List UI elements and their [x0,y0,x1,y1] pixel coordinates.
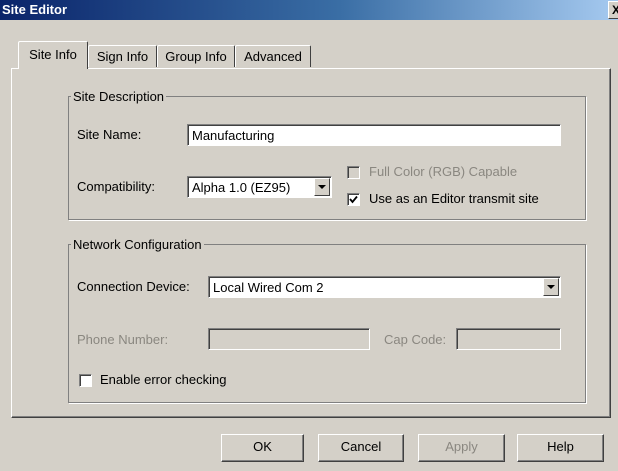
cancel-button[interactable]: Cancel [318,434,404,462]
close-icon[interactable]: X [608,1,618,19]
apply-button: Apply [418,434,505,462]
tab-site-info[interactable]: Site Info [18,41,88,69]
dropdown-arrow-icon[interactable] [543,278,559,296]
cap-code-label: Cap Code: [384,332,447,347]
connection-device-select[interactable]: Local Wired Com 2 [208,276,561,298]
tab-advanced[interactable]: Advanced [235,45,311,67]
tab-sign-info[interactable]: Sign Info [88,45,157,67]
help-button[interactable]: Help [517,434,604,462]
tab-panel-site-info: Site Description Site Name: Manufacturin… [11,68,611,418]
tab-group-info[interactable]: Group Info [157,45,235,67]
network-configuration-legend: Network Configuration [73,237,202,252]
title-bar: Site Editor X [0,0,618,20]
phone-number-input [208,328,370,350]
compatibility-value: Alpha 1.0 (EZ95) [192,180,291,195]
site-description-legend: Site Description [73,89,165,104]
phone-number-label: Phone Number: [77,332,169,347]
error-checking-label[interactable]: Enable error checking [100,372,226,387]
dropdown-arrow-icon[interactable] [314,178,330,196]
cap-code-input [456,328,561,350]
editor-transmit-checkbox[interactable] [347,193,360,206]
connection-device-label: Connection Device: [77,279,190,294]
site-name-input[interactable]: Manufacturing [187,124,561,146]
window-title: Site Editor [2,2,68,17]
site-name-label: Site Name: [77,127,142,142]
full-color-checkbox [347,166,360,179]
connection-device-value: Local Wired Com 2 [213,280,324,295]
full-color-label: Full Color (RGB) Capable [369,164,518,179]
ok-button[interactable]: OK [221,434,304,462]
editor-transmit-label[interactable]: Use as an Editor transmit site [369,191,539,206]
error-checking-checkbox[interactable] [79,374,92,387]
compatibility-select[interactable]: Alpha 1.0 (EZ95) [187,176,332,198]
checkmark-icon [349,195,358,204]
compatibility-label: Compatibility: [77,179,156,194]
